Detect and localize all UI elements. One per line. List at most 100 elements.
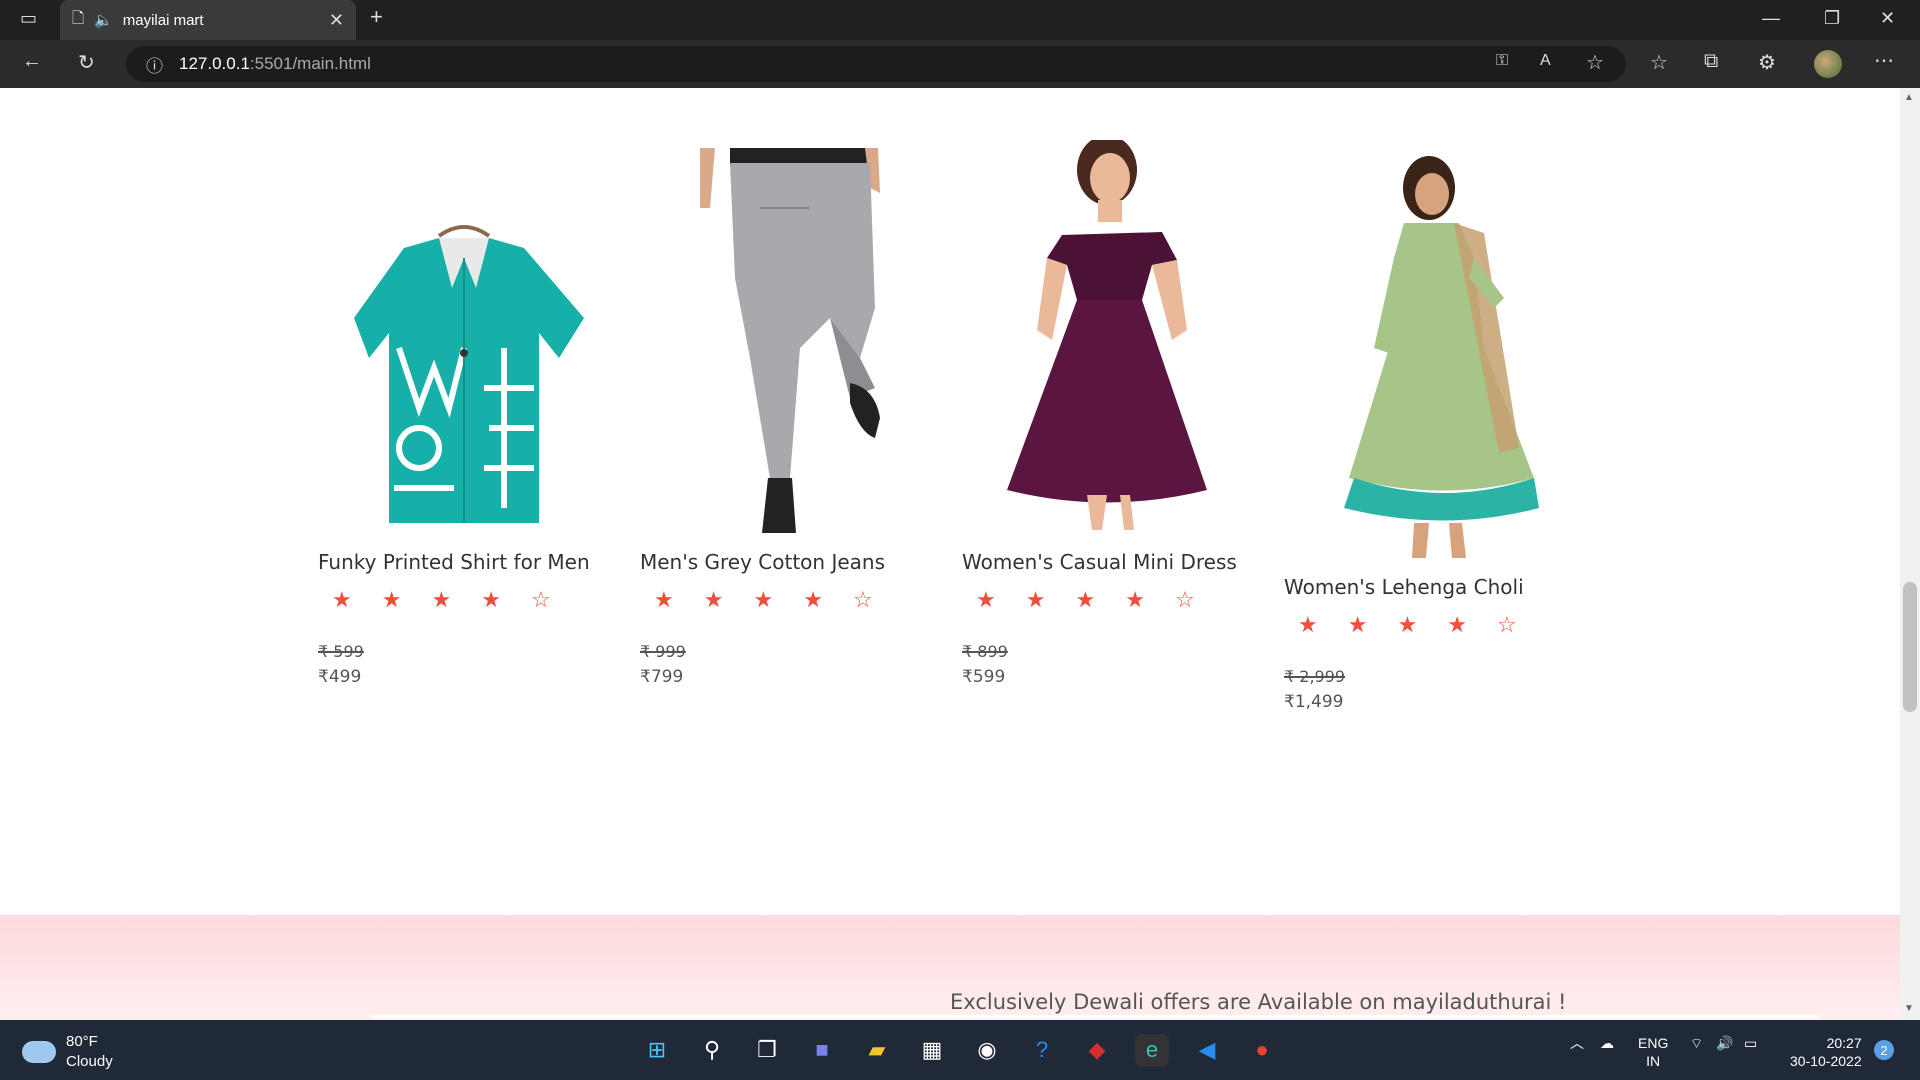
close-window-icon[interactable]: ✕: [1880, 8, 1895, 29]
more-menu-icon[interactable]: ⋯: [1874, 48, 1894, 73]
price: ₹1,499: [1284, 692, 1344, 712]
scrollbar-thumb[interactable]: [1903, 582, 1917, 712]
volume-icon[interactable]: 🔊: [1716, 1034, 1733, 1052]
product-title[interactable]: Women's Casual Mini Dress: [962, 550, 1252, 574]
old-price: ₹ 2,999: [1284, 667, 1346, 686]
weather-temp: 80°F: [66, 1033, 98, 1050]
product-card[interactable]: Funky Printed Shirt for Men ★ ★ ★ ★ ☆ ₹ …: [318, 148, 608, 687]
restore-icon[interactable]: ❐: [1824, 8, 1840, 29]
star-filled-icon: ★: [1125, 588, 1145, 613]
star-filled-icon: ★: [1298, 613, 1318, 638]
star-filled-icon: ★: [1025, 588, 1046, 613]
notification-badge[interactable]: 2: [1874, 1040, 1894, 1060]
mcafee-icon[interactable]: ◆: [1080, 1034, 1114, 1066]
product-title[interactable]: Men's Grey Cotton Jeans: [640, 550, 930, 574]
product-card[interactable]: Women's Lehenga Choli ★ ★ ★ ★ ☆ ₹ 2,999 …: [1284, 148, 1574, 712]
chrome-icon[interactable]: ●: [1245, 1034, 1279, 1066]
product-image-shirt[interactable]: [342, 148, 584, 538]
product-card[interactable]: Women's Casual Mini Dress ★ ★ ★ ★ ☆ ₹ 89…: [962, 140, 1252, 687]
star-empty-icon: ☆: [530, 588, 551, 613]
weather-widget[interactable]: 80°F Cloudy: [22, 1032, 113, 1072]
product-rating: ★ ★ ★ ★ ☆: [332, 590, 608, 612]
product-title[interactable]: Funky Printed Shirt for Men: [318, 550, 608, 574]
product-image-dress[interactable]: [1002, 140, 1212, 538]
read-aloud-icon[interactable]: A: [1540, 52, 1551, 70]
language-indicator[interactable]: ENG IN: [1638, 1034, 1668, 1070]
task-view-icon[interactable]: ❐: [750, 1034, 784, 1066]
audio-icon[interactable]: 🔈: [94, 11, 113, 29]
star-filled-icon: ★: [976, 588, 996, 613]
product-image-jeans[interactable]: [690, 148, 900, 538]
new-tab-icon[interactable]: +: [370, 4, 383, 30]
tab-actions-icon[interactable]: ▭: [20, 8, 37, 29]
language-code: ENG: [1638, 1035, 1669, 1051]
app-icon[interactable]: ◉: [970, 1034, 1004, 1066]
address-toolbar: ← ↻ ⓘ 127.0.0.1:5501/main.html ⚿ A ☆ ☆ ⧉…: [0, 40, 1920, 88]
star-filled-icon: ★: [1397, 613, 1418, 638]
tab-title: mayilai mart: [122, 11, 204, 29]
chat-icon[interactable]: ■: [805, 1034, 839, 1066]
star-filled-icon: ★: [1447, 613, 1467, 638]
edge-icon[interactable]: e: [1135, 1034, 1169, 1066]
product-card[interactable]: Men's Grey Cotton Jeans ★ ★ ★ ★ ☆ ₹ 999 …: [640, 148, 930, 687]
favorites-icon[interactable]: ☆: [1650, 50, 1668, 75]
scroll-up-icon[interactable]: ▲: [1904, 92, 1914, 103]
product-image-lehenga[interactable]: [1334, 148, 1544, 563]
product-title[interactable]: Women's Lehenga Choli: [1284, 575, 1574, 599]
collections-icon[interactable]: ⧉: [1704, 50, 1718, 73]
star-empty-icon: ☆: [1496, 613, 1517, 638]
key-icon[interactable]: ⚿: [1496, 52, 1508, 70]
product-rating: ★ ★ ★ ★ ☆: [654, 590, 930, 612]
price: ₹799: [640, 667, 684, 687]
banner-divider: [370, 1015, 1820, 1018]
store-icon[interactable]: ▦: [915, 1034, 949, 1066]
url-path: :5501/main.html: [249, 54, 371, 73]
file-explorer-icon[interactable]: ▰: [860, 1034, 894, 1066]
refresh-icon[interactable]: ↻: [78, 50, 95, 75]
browser-tab[interactable]: 🗋 🔈 mayilai mart ✕: [60, 0, 356, 40]
offer-banner-text: Exclusively Dewali offers are Available …: [950, 990, 1567, 1014]
star-filled-icon: ★: [654, 588, 674, 613]
profile-avatar[interactable]: [1814, 50, 1842, 78]
weather-condition: Cloudy: [66, 1053, 113, 1070]
star-filled-icon: ★: [431, 588, 452, 613]
cloud-icon: [22, 1041, 56, 1063]
site-info-icon[interactable]: ⓘ: [146, 52, 163, 77]
windows-taskbar: 80°F Cloudy ⊞ ⚲ ❐ ■ ▰ ▦ ◉ ? ◆ e ◀ ● ︿ ☁ …: [0, 1020, 1920, 1080]
region-code: IN: [1646, 1053, 1661, 1069]
search-icon[interactable]: ⚲: [695, 1034, 729, 1066]
price: ₹599: [962, 667, 1006, 687]
close-tab-icon[interactable]: ✕: [329, 10, 344, 31]
star-filled-icon: ★: [381, 588, 402, 613]
star-filled-icon: ★: [332, 588, 352, 613]
page-icon: 🗋: [72, 9, 85, 27]
star-filled-icon: ★: [481, 588, 501, 613]
product-rating: ★ ★ ★ ★ ☆: [1298, 615, 1574, 637]
extensions-icon[interactable]: ⚙: [1758, 50, 1776, 75]
add-favorite-icon[interactable]: ☆: [1586, 50, 1604, 75]
minimize-icon[interactable]: —: [1762, 8, 1780, 29]
star-filled-icon: ★: [1075, 588, 1096, 613]
onedrive-icon[interactable]: ☁: [1600, 1034, 1614, 1052]
start-icon[interactable]: ⊞: [640, 1034, 674, 1066]
old-price: ₹ 899: [962, 642, 1008, 661]
price: ₹499: [318, 667, 362, 687]
date: 30-10-2022: [1790, 1053, 1862, 1069]
star-filled-icon: ★: [803, 588, 823, 613]
vscode-icon[interactable]: ◀: [1190, 1034, 1224, 1066]
show-hidden-icon[interactable]: ︿: [1570, 1034, 1584, 1052]
page-content: Funky Printed Shirt for Men ★ ★ ★ ★ ☆ ₹ …: [0, 88, 1900, 1020]
back-icon[interactable]: ←: [22, 50, 42, 73]
scroll-down-icon[interactable]: ▼: [1904, 1003, 1914, 1014]
wifi-icon[interactable]: ⌔: [1690, 1034, 1703, 1052]
star-filled-icon: ★: [753, 588, 774, 613]
clock[interactable]: 20:27 30-10-2022: [1790, 1034, 1862, 1070]
battery-icon[interactable]: ▭: [1744, 1034, 1757, 1052]
old-price: ₹ 999: [640, 642, 686, 661]
time: 20:27: [1826, 1035, 1862, 1051]
star-filled-icon: ★: [1347, 613, 1368, 638]
page-scrollbar[interactable]: [1900, 88, 1920, 1020]
address-field[interactable]: ⓘ 127.0.0.1:5501/main.html: [126, 46, 1626, 82]
help-icon[interactable]: ?: [1025, 1034, 1059, 1066]
old-price: ₹ 599: [318, 642, 364, 661]
